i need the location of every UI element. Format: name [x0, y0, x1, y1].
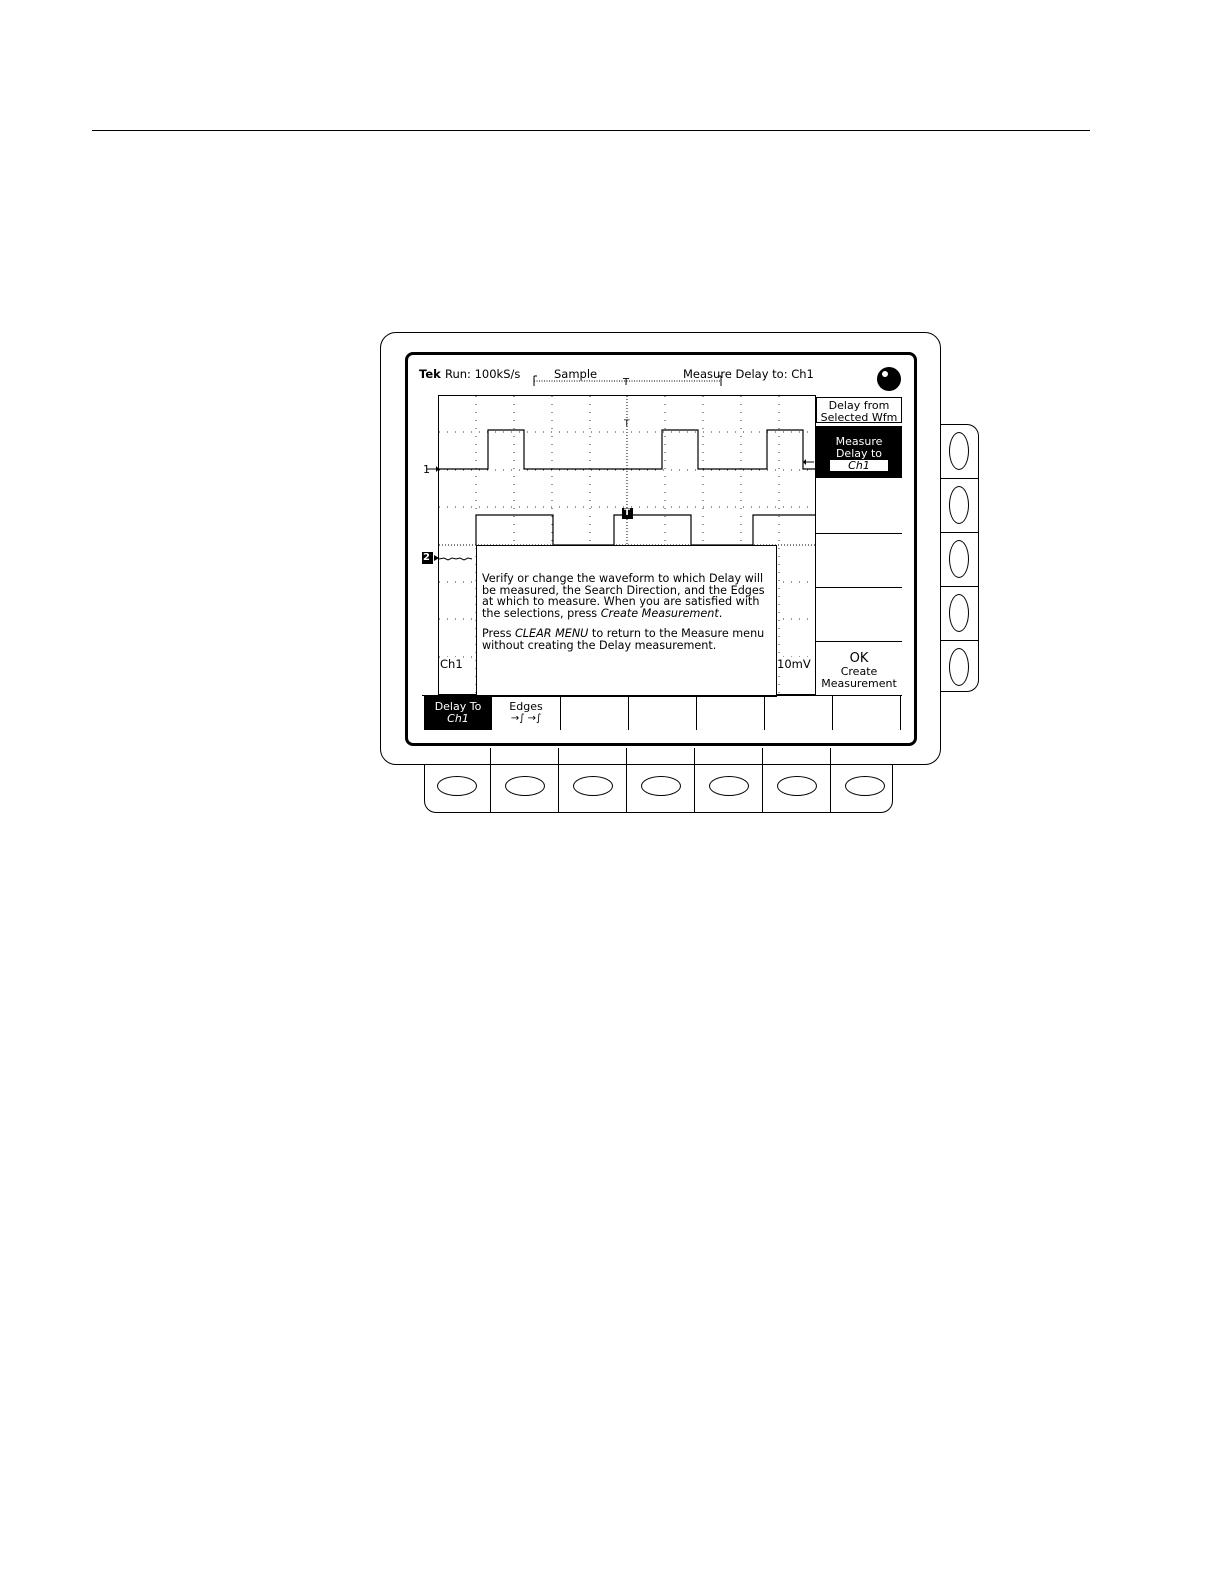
bottom-menu-button-3[interactable] [573, 776, 613, 796]
bottom-menu: Delay To Ch1 Edges →∫ →∫ [422, 695, 902, 730]
help-create-measurement-ref: Create Measurement [600, 606, 719, 620]
side-menu-button-5[interactable] [949, 648, 969, 686]
bottom-menu-button-4[interactable] [641, 776, 681, 796]
side-menu-measure-delay-to[interactable]: Measure Delay to Ch1 [816, 426, 902, 478]
side-bracket [940, 478, 979, 479]
bottom-bracket [626, 748, 627, 813]
oscilloscope-screen: Tek Run: 100kS/s Sample Measure Delay to… [405, 352, 917, 746]
rising-edge-icon: →∫ →∫ [510, 712, 542, 724]
ch1-ground-marker: 1 [423, 463, 430, 476]
bottom-bracket [558, 748, 559, 813]
side-menu: Delay from Selected Wfm Measure Delay to… [816, 395, 902, 695]
side-menu-button-3[interactable] [949, 540, 969, 578]
bottom-menu-delay-to-label: Delay To [434, 700, 482, 713]
help-paragraph-1: Verify or change the waveform to which D… [482, 573, 772, 619]
side-menu-divider [816, 533, 902, 534]
side-menu-create-line: Create [840, 665, 878, 678]
side-menu-measure-line1: Measure [835, 435, 883, 448]
bottom-menu-edges-label: Edges [509, 700, 543, 713]
side-menu-ok-create-measurement[interactable]: OK Create Measurement [816, 651, 902, 695]
side-menu-button-1[interactable] [949, 432, 969, 470]
bottom-menu-button-5[interactable] [709, 776, 749, 796]
side-menu-measure-line2: Delay to [835, 446, 883, 460]
side-menu-delay-from[interactable]: Delay from Selected Wfm [816, 397, 902, 423]
bottom-bracket [762, 748, 763, 813]
help-text-popup: Verify or change the waveform to which D… [476, 545, 777, 697]
side-bracket [940, 532, 979, 533]
ch2-trigger-marker: T [624, 508, 631, 518]
trigger-position-marker: T [624, 419, 630, 429]
bottom-menu-divider [696, 696, 697, 730]
bottom-bracket [490, 748, 491, 813]
bottom-menu-button-7[interactable] [845, 776, 885, 796]
side-menu-button-4[interactable] [949, 594, 969, 632]
bottom-menu-button-6[interactable] [777, 776, 817, 796]
bottom-menu-delay-to-value: Ch1 [447, 711, 469, 725]
side-menu-measurement-line: Measurement [821, 676, 897, 690]
side-menu-ok-label: OK [849, 651, 869, 666]
side-bracket [940, 640, 979, 641]
channel-readout: Ch1 [440, 657, 463, 671]
page-top-rule [92, 130, 1090, 131]
scale-readout: 10mV [777, 657, 811, 671]
bottom-bracket [830, 748, 831, 813]
side-menu-delay-from-line2: Selected Wfm [820, 410, 898, 424]
bottom-menu-divider [560, 696, 561, 730]
bottom-menu-edges[interactable]: Edges →∫ →∫ [492, 696, 560, 730]
side-menu-delay-from-line1: Delay from [828, 399, 890, 412]
bottom-menu-button-2[interactable] [505, 776, 545, 796]
side-menu-divider [816, 587, 902, 588]
bottom-bracket [694, 748, 695, 813]
bottom-menu-divider [764, 696, 765, 730]
ch2-ground-marker: 2 [423, 552, 430, 563]
bottom-menu-divider [900, 696, 901, 730]
side-menu-button-2[interactable] [949, 486, 969, 524]
side-menu-divider [816, 641, 902, 642]
side-menu-measure-value: Ch1 [830, 460, 888, 471]
bottom-menu-divider [832, 696, 833, 730]
help-paragraph-2: Press CLEAR MENU to return to the Measur… [482, 628, 772, 651]
bottom-menu-button-1[interactable] [437, 776, 477, 796]
side-bracket [940, 586, 979, 587]
help-paragraph-1-end: . [718, 606, 723, 620]
bottom-menu-divider [628, 696, 629, 730]
bottom-menu-delay-to[interactable]: Delay To Ch1 [424, 696, 492, 730]
